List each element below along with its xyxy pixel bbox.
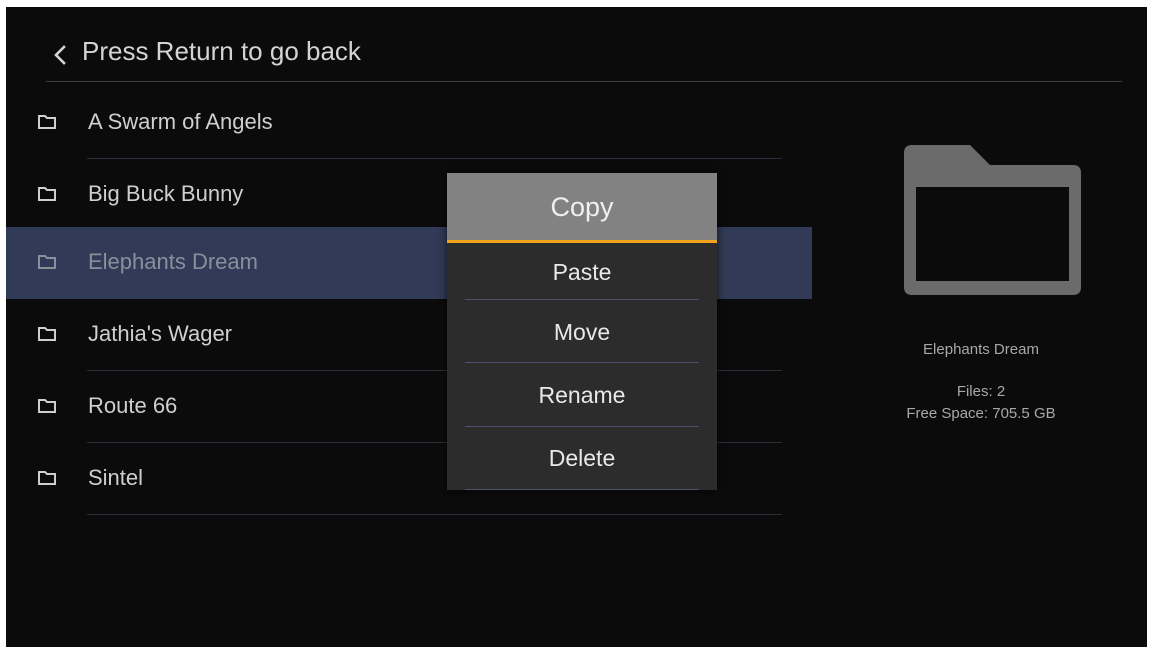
chevron-left-icon[interactable] [50, 43, 70, 67]
file-name: Elephants Dream [88, 249, 258, 274]
menu-item-label: Rename [538, 382, 626, 408]
menu-divider [465, 489, 699, 490]
menu-item-move[interactable]: Move [447, 303, 717, 363]
file-name: A Swarm of Angels [88, 109, 273, 134]
header-divider [46, 81, 1122, 82]
menu-divider [465, 362, 699, 363]
folder-icon [38, 255, 56, 269]
menu-divider [465, 426, 699, 427]
file-name: Jathia's Wager [88, 321, 232, 346]
preview-free-space: Free Space: 705.5 GB [906, 405, 1056, 422]
menu-item-delete[interactable]: Delete [447, 429, 717, 489]
file-browser-screen: Press Return to go back A Swarm of Angel… [6, 7, 1147, 647]
menu-item-copy[interactable]: Copy [447, 173, 717, 243]
menu-item-label: Delete [548, 445, 616, 471]
preview-file-count: Files: 2 [956, 383, 1006, 400]
folder-icon [38, 399, 56, 413]
preview-name: Elephants Dream [923, 341, 1039, 358]
folder-icon [38, 187, 56, 201]
folder-icon [38, 471, 56, 485]
header: Press Return to go back [6, 7, 1147, 82]
list-item-a-swarm-of-angels[interactable]: A Swarm of Angels [6, 87, 812, 159]
menu-item-label: Paste [552, 259, 612, 285]
menu-item-label: Move [553, 319, 611, 345]
row-divider [87, 514, 782, 515]
context-menu: Copy Paste Move Rename Delete [447, 173, 717, 490]
file-name: Route 66 [88, 393, 178, 418]
menu-item-label: Copy [550, 192, 614, 222]
file-name: Sintel [88, 465, 144, 490]
menu-item-rename[interactable]: Rename [447, 366, 717, 426]
menu-item-paste[interactable]: Paste [447, 243, 717, 303]
page-title: Press Return to go back [82, 36, 361, 66]
preview-panel: Elephants Dream Files: 2 Free Space: 705… [846, 127, 1116, 447]
folder-icon [904, 145, 1081, 295]
file-name: Big Buck Bunny [88, 181, 244, 206]
folder-icon [38, 327, 56, 341]
folder-icon [38, 115, 56, 129]
menu-divider [465, 299, 699, 300]
